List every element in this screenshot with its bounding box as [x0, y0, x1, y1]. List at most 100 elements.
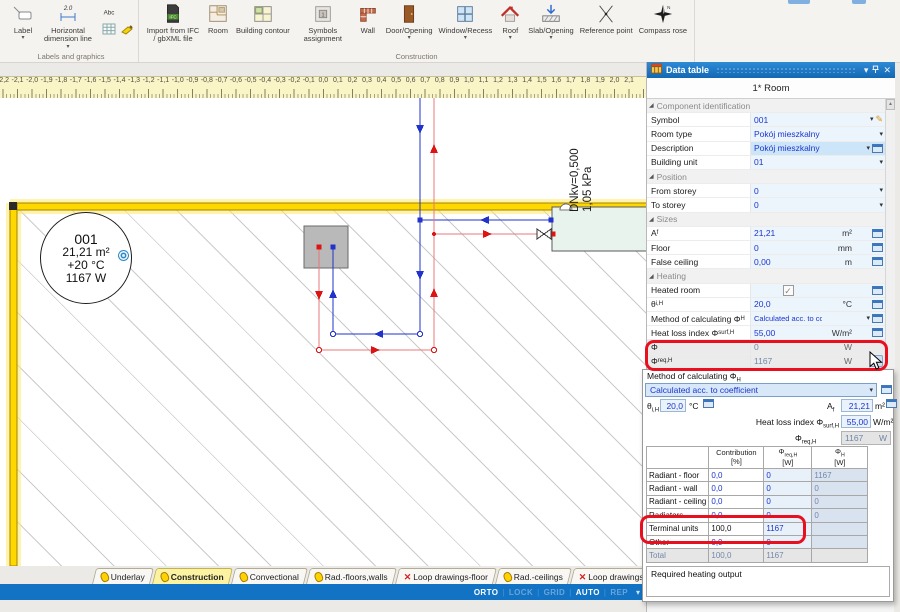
- scrollbar-up-button[interactable]: ▲: [886, 99, 895, 110]
- valve-icon[interactable]: [537, 229, 551, 239]
- property-value[interactable]: 0: [751, 340, 822, 353]
- rotate-handle-icon[interactable]: [118, 250, 129, 261]
- table-row-radiant-wall[interactable]: Radiant - wall0,000: [647, 482, 868, 495]
- wall-vertical[interactable]: [10, 203, 17, 566]
- section-heating[interactable]: ◢Heating: [647, 269, 885, 283]
- property-value[interactable]: 20,0: [751, 298, 822, 311]
- property-row-description[interactable]: DescriptionPokój mieszkalny▾: [647, 142, 885, 156]
- contribution-cell[interactable]: 0,0: [709, 495, 764, 508]
- theta-field[interactable]: 20,0: [660, 399, 686, 412]
- status-toggle-auto[interactable]: AUTO: [576, 588, 600, 597]
- property-row-a-f[interactable]: Af21,21m²: [647, 227, 885, 241]
- section-component-identification[interactable]: ◢Component identification: [647, 99, 885, 113]
- supply-pipe[interactable]: [333, 98, 551, 334]
- chevron-down-icon[interactable]: ▾: [464, 35, 467, 41]
- abc-icon[interactable]: Abc: [101, 5, 116, 18]
- grid-icon[interactable]: [101, 22, 116, 35]
- contribution-cell[interactable]: 0,0: [709, 535, 764, 548]
- property-value[interactable]: Calculated acc. to coefficient: [751, 312, 822, 325]
- section-position[interactable]: ◢Position: [647, 170, 885, 184]
- ribbon-button-slab-opening[interactable]: Slab/Opening▾: [527, 1, 574, 42]
- checkbox[interactable]: ✓: [783, 285, 794, 296]
- table-row-other[interactable]: Other0,00: [647, 535, 868, 548]
- open-dialog-icon[interactable]: [886, 399, 897, 408]
- property-value[interactable]: 0: [751, 184, 822, 197]
- property-value[interactable]: 0: [751, 241, 822, 254]
- property-value[interactable]: 01: [751, 156, 822, 169]
- chevron-down-icon[interactable]: ▾: [879, 159, 883, 166]
- chevron-down-icon[interactable]: ▾: [879, 187, 883, 194]
- chevron-down-icon[interactable]: ▾: [866, 145, 870, 152]
- ribbon-button-roof[interactable]: Roof▾: [497, 1, 523, 42]
- tab-underlay[interactable]: Underlay: [92, 568, 154, 584]
- property-value[interactable]: 0: [751, 198, 822, 211]
- panel-titlebar[interactable]: Data table ▾ ✕: [647, 62, 895, 78]
- property-row-[interactable]: Φ0W: [647, 340, 885, 354]
- status-toggle-lock[interactable]: LOCK: [509, 588, 533, 597]
- ribbon-button-compass-rose[interactable]: NCompass rose: [638, 1, 688, 36]
- chevron-down-icon[interactable]: ▾: [509, 35, 512, 41]
- ribbon-button-door-opening[interactable]: Door/Opening▾: [385, 1, 434, 42]
- contribution-cell[interactable]: 100,0: [709, 549, 764, 562]
- property-value[interactable]: Pokój mieszkalny: [751, 142, 822, 155]
- ribbon-button-symbols-assignment[interactable]: 1Symbols assignment: [295, 1, 351, 45]
- ribbon-button-reference-point[interactable]: Reference point: [579, 1, 634, 36]
- ribbon-button-wall[interactable]: Wall: [355, 1, 381, 36]
- status-toggle-grid[interactable]: GRID: [544, 588, 566, 597]
- section-expand-icon[interactable]: ◢: [649, 173, 654, 180]
- chevron-down-icon[interactable]: ▾: [408, 35, 411, 41]
- chevron-down-icon[interactable]: ▾: [21, 35, 24, 41]
- open-dialog-icon[interactable]: [872, 328, 883, 337]
- drawing-canvas[interactable]: 001 21,21 m² +20 °C 1167 W DNkv=0,500 1,…: [0, 98, 648, 566]
- property-row-method-of-calculating-h[interactable]: Method of calculating ΦHCalculated acc. …: [647, 312, 885, 326]
- open-dialog-icon[interactable]: [872, 300, 883, 309]
- status-toggle-orto[interactable]: ORTO: [474, 588, 499, 597]
- property-row-false-ceiling[interactable]: False ceiling0,00m: [647, 255, 885, 269]
- panel-menu-icon[interactable]: ▾: [864, 66, 869, 75]
- tab-rad-ceilings[interactable]: Rad.-ceilings: [495, 568, 572, 584]
- ribbon-button-label[interactable]: Label▾: [10, 1, 36, 42]
- panel-scrollbar[interactable]: ▲: [885, 99, 895, 369]
- wall-corner-handle[interactable]: [9, 202, 17, 210]
- pin-icon[interactable]: [872, 65, 879, 76]
- table-row-radiant-ceiling[interactable]: Radiant - ceiling0,000: [647, 495, 868, 508]
- property-row-req-h[interactable]: Φreq,H1167W▼: [647, 355, 885, 369]
- room-label-bubble[interactable]: 001 21,21 m² +20 °C 1167 W: [40, 212, 132, 304]
- ribbon-button-building-contour[interactable]: Building contour: [235, 1, 291, 36]
- edit-pencil-icon[interactable]: ✎: [875, 115, 883, 124]
- statusbar-dropdown[interactable]: ▾: [636, 588, 640, 597]
- property-row-i-h[interactable]: θi,H20,0°C: [647, 298, 885, 312]
- contribution-cell[interactable]: 0,0: [709, 469, 764, 482]
- open-dialog-icon[interactable]: [872, 243, 883, 252]
- close-icon[interactable]: ✕: [883, 66, 891, 75]
- property-row-heated-room[interactable]: Heated room✓: [647, 284, 885, 298]
- property-row-heat-loss-index-surf-h[interactable]: Heat loss index Φsurf,H55,00W/m²: [647, 326, 885, 340]
- area-field[interactable]: 21,21: [841, 399, 873, 412]
- open-dialog-icon[interactable]: [703, 399, 714, 408]
- tab-construction[interactable]: Construction: [152, 568, 233, 584]
- window-recess[interactable]: [552, 207, 647, 251]
- open-dialog-icon[interactable]: [872, 286, 883, 295]
- contribution-cell[interactable]: 100,0: [709, 522, 764, 535]
- property-value[interactable]: ✓: [751, 284, 822, 297]
- status-toggle-rep[interactable]: REP: [610, 588, 628, 597]
- pipe-dimension-label[interactable]: DNkv=0,500 1,05 kPa: [569, 128, 597, 212]
- property-row-from-storey[interactable]: From storey0▾: [647, 184, 885, 198]
- tab-loop-drawings-floor[interactable]: ✕Loop drawings-floor: [395, 568, 497, 584]
- property-row-floor[interactable]: Floor0mm: [647, 241, 885, 255]
- heat-loss-index-field[interactable]: 55,00: [841, 415, 871, 428]
- return-pipe[interactable]: [319, 98, 537, 350]
- chevron-down-icon[interactable]: ▾: [66, 44, 69, 50]
- brush-icon[interactable]: [119, 22, 134, 35]
- section-expand-icon[interactable]: ◢: [649, 216, 654, 223]
- open-dialog-icon[interactable]: [881, 385, 892, 394]
- section-sizes[interactable]: ◢Sizes: [647, 213, 885, 227]
- chevron-down-icon[interactable]: ▾: [879, 202, 883, 209]
- property-value[interactable]: 0,00: [751, 255, 822, 268]
- ribbon-button-import-from-ifc-gbxml-file[interactable]: IFCImport from IFC / gbXML file: [145, 1, 201, 45]
- table-row-total[interactable]: Total100,01167: [647, 549, 868, 562]
- contribution-cell[interactable]: 0,0: [709, 509, 764, 522]
- property-row-building-unit[interactable]: Building unit01▾: [647, 156, 885, 170]
- tab-rad-floors-walls[interactable]: Rad.-floors,walls: [306, 568, 397, 584]
- chevron-down-icon[interactable]: ▾: [870, 116, 874, 123]
